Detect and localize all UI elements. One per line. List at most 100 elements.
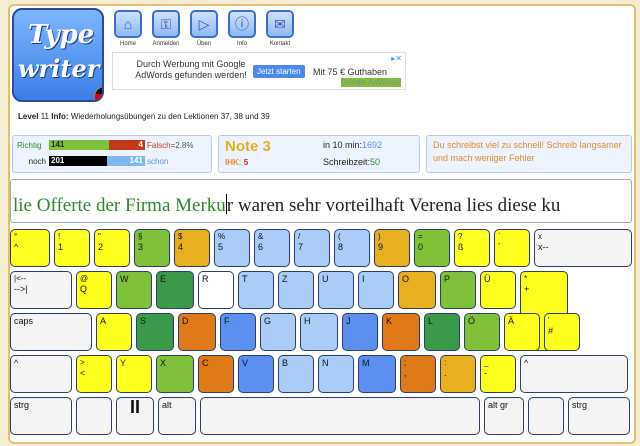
ad-banner[interactable]: Durch Werbung mit Google AdWords gefunde… [112,52,406,90]
nav-üben[interactable]: ▷ Üben [186,10,222,47]
key-strg-4-7[interactable]: strg [568,397,630,435]
level-value: 11 [40,112,50,121]
key--2-12[interactable]: ' # [544,313,580,351]
key-w-1-2[interactable]: W [116,271,152,309]
login-icon[interactable]: ⚿ [152,10,180,38]
key-main-label: Ä [508,316,515,326]
key-main-label: - [484,368,487,378]
key-blank-4-1[interactable] [76,397,112,435]
home-icon[interactable]: ⌂ [114,10,142,38]
mail-icon[interactable]: ✉ [266,10,294,38]
key-9-0-9[interactable]: ) 9 [374,229,410,267]
virtual-keyboard: ° ^! 1 " 2 § 3 $4% 5 & 6/7(8) 9 = 0? ß ` ´ x x-- |<-- -->| @ Q… [10,229,632,443]
key-d-2-3[interactable]: D [178,313,216,351]
key-f-2-4[interactable]: F [220,313,256,351]
key-c-3-4[interactable]: C [198,355,234,393]
typewriter-logo[interactable]: Type writer [12,8,104,102]
key-g-2-5[interactable]: G [260,313,296,351]
key-y-3-2[interactable]: Y [116,355,152,393]
key-strg-4-0[interactable]: strg [10,397,72,435]
key-main-label: + [524,284,530,294]
key-3-0-3[interactable]: § 3 [134,229,170,267]
key-top-label: x [538,232,542,241]
key-v-3-5[interactable]: V [238,355,274,393]
key-x-0-13[interactable]: x x-- [534,229,632,267]
key-h-2-6[interactable]: H [300,313,338,351]
key-main-label: R [202,274,209,284]
key-r-1-4[interactable]: R [198,271,234,309]
key-q-1-1[interactable]: @ Q [76,271,112,309]
key-alt-4-3[interactable]: alt [158,397,196,435]
in10-row: in 10 min:1692 [323,140,382,150]
info-icon[interactable]: ⓘ [228,10,256,38]
key--3-10[interactable]: :. [440,355,476,393]
key-ii-4-2[interactable]: II [116,397,154,435]
score-panel: Note 3 IHK: 5 in 10 min:1692 Schreibzeit… [218,135,420,173]
nav-home[interactable]: ⌂ Home [110,10,146,47]
key-j-2-7[interactable]: J [342,313,378,351]
key--3-11[interactable]: _ - [480,355,516,393]
key-blank-4-6[interactable] [528,397,564,435]
key--0-0[interactable]: ° ^ [10,229,50,267]
key-main-label: 6 [258,242,264,252]
nav-anmelden[interactable]: ⚿ Anmelden [148,10,184,47]
key-main-label: 5 [218,242,224,252]
key-ü-1-11[interactable]: Ü [480,271,516,309]
key-blank-4-4[interactable] [200,397,480,435]
key-top-label: _ [484,358,489,367]
key--3-0[interactable]: ^ [10,355,72,393]
key-ö-2-10[interactable]: Ö [464,313,500,351]
key-a-2-1[interactable]: A [96,313,132,351]
key-b-3-6[interactable]: B [278,355,314,393]
key-main-label: B [282,358,289,368]
key-2-0-2[interactable]: " 2 [94,229,130,267]
key-u-1-7[interactable]: U [318,271,354,309]
nav-kontakt[interactable]: ✉ Kontakt [262,10,298,47]
key-5-0-5[interactable]: % 5 [214,229,250,267]
key-m-3-8[interactable]: M [358,355,396,393]
falsch-percent: =2.8% [170,140,194,150]
key--1-0[interactable]: |<-- -->| [10,271,72,309]
note-label: Note 3 [225,138,271,155]
key-6-0-6[interactable]: & 6 [254,229,290,267]
ad-credit-text: Mit 75 € Guthaben [313,67,388,77]
ad-close-icon[interactable]: ▸✕ [391,54,402,63]
typing-line[interactable]: lie Offerte der Firma Merkur waren sehr … [10,179,632,223]
key-caps-2-0[interactable]: caps [10,313,92,351]
key-4-0-4[interactable]: $4 [174,229,210,267]
key-n-3-7[interactable]: N [318,355,354,393]
ad-brand: Google AdWords [340,78,401,87]
key-l-2-9[interactable]: L [424,313,460,351]
key-7-0-7[interactable]: /7 [294,229,330,267]
key-k-2-8[interactable]: K [382,313,420,351]
key-ß-0-11[interactable]: ? ß [454,229,490,267]
key-o-1-9[interactable]: O [398,271,436,309]
key--3-12[interactable]: ^ [520,355,628,393]
key-t-1-5[interactable]: T [238,271,274,309]
ad-start-button[interactable]: Jetzt starten [253,65,305,78]
key-main-label: 8 [338,242,344,252]
key--3-1[interactable]: > < [76,355,112,393]
key-8-0-8[interactable]: (8 [334,229,370,267]
key-0-0-10[interactable]: = 0 [414,229,450,267]
play-icon[interactable]: ▷ [190,10,218,38]
key-p-1-10[interactable]: P [440,271,476,309]
key-i-1-8[interactable]: I [358,271,394,309]
key-main-label: X [160,358,167,368]
key-x-3-3[interactable]: X [156,355,194,393]
key-altgr-4-5[interactable]: alt gr [484,397,524,435]
key-top-label: ` [498,232,501,241]
key-top-label: / [298,232,301,241]
key--3-9[interactable]: ;, [400,355,436,393]
richtig-label: Richtig [17,140,42,150]
key-main-label: strg [572,400,588,410]
key-e-1-3[interactable]: E [156,271,194,309]
key-main-label: ^ [14,358,19,368]
key--0-12[interactable]: ` ´ [494,229,530,267]
key-ä-2-11[interactable]: Ä [504,313,540,351]
key-1-0-1[interactable]: ! 1 [54,229,90,267]
key-main-label: A [100,316,107,326]
key-z-1-6[interactable]: Z [278,271,314,309]
nav-info[interactable]: ⓘ Info [224,10,260,47]
key-s-2-2[interactable]: S [136,313,174,351]
